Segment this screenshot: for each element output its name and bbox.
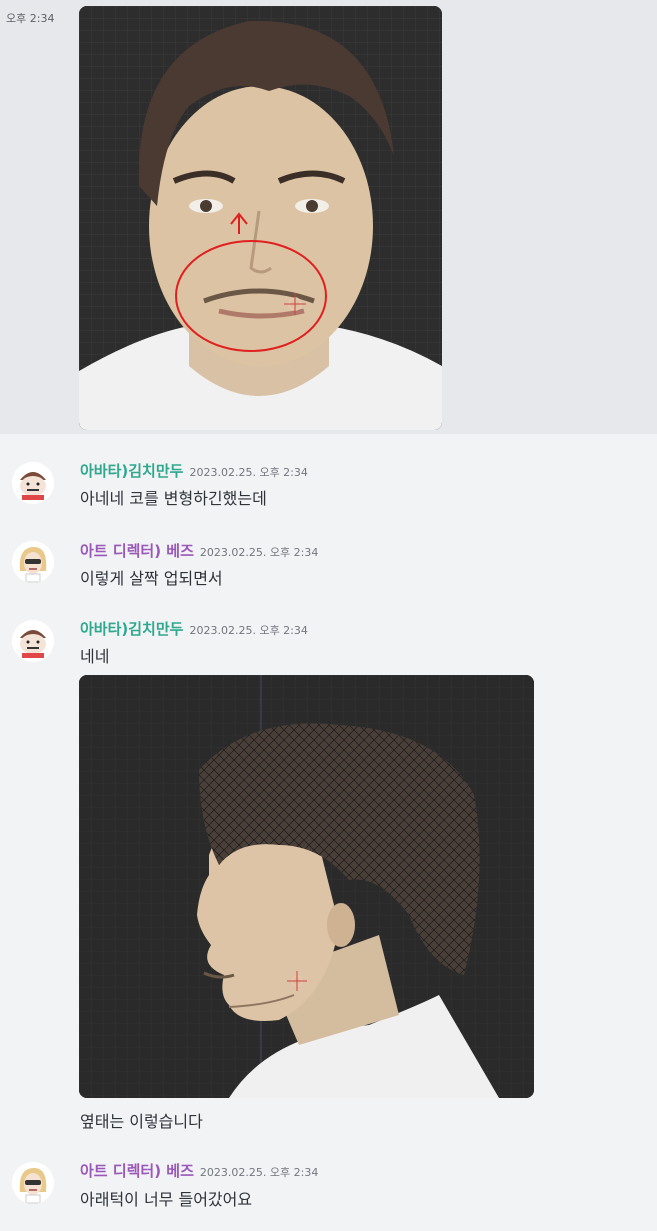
cartoon-avatar-icon <box>12 462 54 504</box>
side-profile-render <box>79 675 534 1098</box>
message-header: 아트 디렉터) 베즈 2023.02.25. 오후 2:34 <box>80 1160 318 1180</box>
cartoon-blonde-avatar-icon <box>12 1162 54 1204</box>
cartoon-blonde-avatar-icon <box>12 541 54 583</box>
avatar[interactable] <box>12 541 54 583</box>
avatar[interactable] <box>12 462 54 504</box>
cartoon-avatar-icon <box>12 620 54 662</box>
message-timestamp: 2023.02.25. 오후 2:34 <box>199 1166 319 1179</box>
message-text: 네네 <box>80 647 110 666</box>
message-timestamp: 2023.02.25. 오후 2:34 <box>189 624 308 637</box>
username[interactable]: 아바타)김치만두 <box>80 462 183 480</box>
attachment-image-front-face[interactable] <box>79 6 442 430</box>
message-header: 아트 디렉터) 베즈 2023.02.25. 오후 2:34 <box>80 540 318 560</box>
avatar[interactable] <box>12 620 54 662</box>
username[interactable]: 아트 디렉터) 베즈 <box>80 1162 194 1180</box>
message-text: 아네네 코를 변형하긴했는데 <box>80 489 267 508</box>
attachment-image-side-profile[interactable] <box>79 675 534 1098</box>
front-face-render <box>79 6 442 430</box>
message-timestamp: 2023.02.25. 오후 2:34 <box>199 546 319 559</box>
avatar[interactable] <box>12 1162 54 1204</box>
username[interactable]: 아바타)김치만두 <box>80 620 183 638</box>
message-header: 아바타)김치만두 2023.02.25. 오후 2:34 <box>80 460 308 480</box>
message-timestamp: 2023.02.25. 오후 2:34 <box>189 466 308 479</box>
username[interactable]: 아트 디렉터) 베즈 <box>80 542 194 560</box>
message-time: 오후 2:34 <box>6 12 55 25</box>
message-text: 이렇게 살짝 업되면서 <box>80 569 223 588</box>
message-text: 아래턱이 너무 들어갔어요 <box>80 1190 253 1209</box>
message-header: 아바타)김치만두 2023.02.25. 오후 2:34 <box>80 618 308 638</box>
message-text: 옆태는 이렇습니다 <box>80 1112 203 1131</box>
